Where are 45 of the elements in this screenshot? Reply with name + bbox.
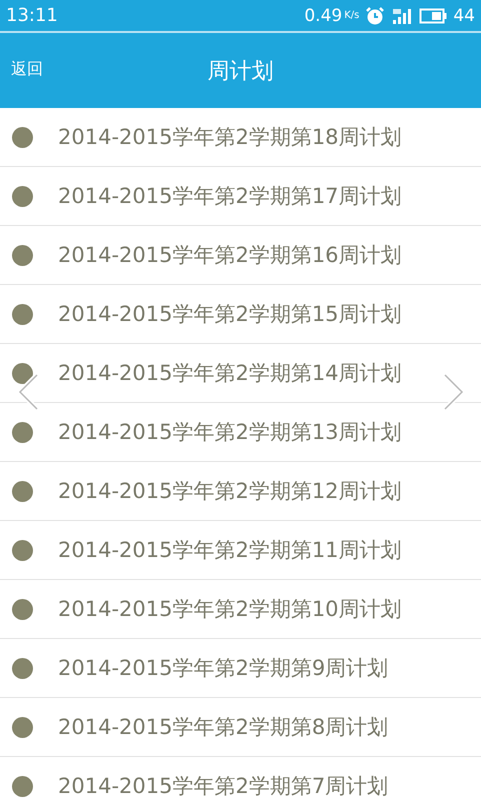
plan-list-item[interactable]: 2014-2015学年第2学期第9周计划: [0, 639, 481, 698]
page-title: 周计划: [208, 58, 274, 86]
bullet-icon: [12, 304, 33, 324]
bullet-icon: [12, 776, 33, 796]
plan-title: 2014-2015学年第2学期第15周计划: [58, 301, 402, 328]
plan-title: 2014-2015学年第2学期第7周计划: [58, 773, 388, 800]
plan-list-item[interactable]: 2014-2015学年第2学期第10周计划: [0, 580, 481, 639]
plan-title: 2014-2015学年第2学期第8周计划: [58, 714, 388, 741]
signal-icon: [391, 6, 414, 24]
plan-title: 2014-2015学年第2学期第17周计划: [58, 183, 402, 210]
plan-list-item[interactable]: 2014-2015学年第2学期第14周计划: [0, 344, 481, 403]
bullet-icon: [12, 186, 33, 206]
plan-title: 2014-2015学年第2学期第16周计划: [58, 242, 402, 269]
speed-unit: K/s: [344, 10, 360, 21]
bullet-icon: [12, 362, 33, 384]
clock-time: 13:11: [6, 5, 58, 26]
bullet-icon: [12, 422, 33, 442]
plan-title: 2014-2015学年第2学期第10周计划: [58, 596, 402, 623]
plan-title: 2014-2015学年第2学期第13周计划: [58, 419, 402, 446]
plan-title: 2014-2015学年第2学期第14周计划: [58, 360, 402, 387]
battery-level: 44: [453, 6, 475, 26]
plan-list-item[interactable]: 2014-2015学年第2学期第15周计划: [0, 285, 481, 344]
bullet-icon: [12, 598, 33, 620]
bullet-icon: [12, 126, 33, 148]
back-button[interactable]: 返回: [8, 57, 46, 82]
plan-list-item[interactable]: 2014-2015学年第2学期第13周计划: [0, 403, 481, 462]
plan-list-item[interactable]: 2014-2015学年第2学期第11周计划: [0, 521, 481, 580]
plan-title: 2014-2015学年第2学期第11周计划: [58, 537, 402, 564]
plan-title: 2014-2015学年第2学期第9周计划: [58, 655, 388, 682]
bullet-icon: [12, 244, 33, 266]
plan-title: 2014-2015学年第2学期第18周计划: [58, 124, 402, 151]
plan-list-item[interactable]: 2014-2015学年第2学期第17周计划: [0, 167, 481, 226]
plan-list-item[interactable]: 2014-2015学年第2学期第12周计划: [0, 462, 481, 521]
plan-title: 2014-2015学年第2学期第12周计划: [58, 478, 402, 505]
bullet-icon: [12, 540, 33, 560]
bullet-icon: [12, 716, 33, 738]
battery-icon: [419, 8, 448, 24]
network-speed: 0.49: [304, 6, 342, 26]
plan-list-item[interactable]: 2014-2015学年第2学期第18周计划: [0, 108, 481, 167]
alarm-clock-icon: [365, 6, 386, 26]
plan-list-item[interactable]: 2014-2015学年第2学期第16周计划: [0, 226, 481, 285]
plan-list-item[interactable]: 2014-2015学年第2学期第8周计划: [0, 698, 481, 757]
bullet-icon: [12, 658, 33, 678]
plan-list-item[interactable]: 2014-2015学年第2学期第7周计划: [0, 757, 481, 810]
bullet-icon: [12, 480, 33, 502]
